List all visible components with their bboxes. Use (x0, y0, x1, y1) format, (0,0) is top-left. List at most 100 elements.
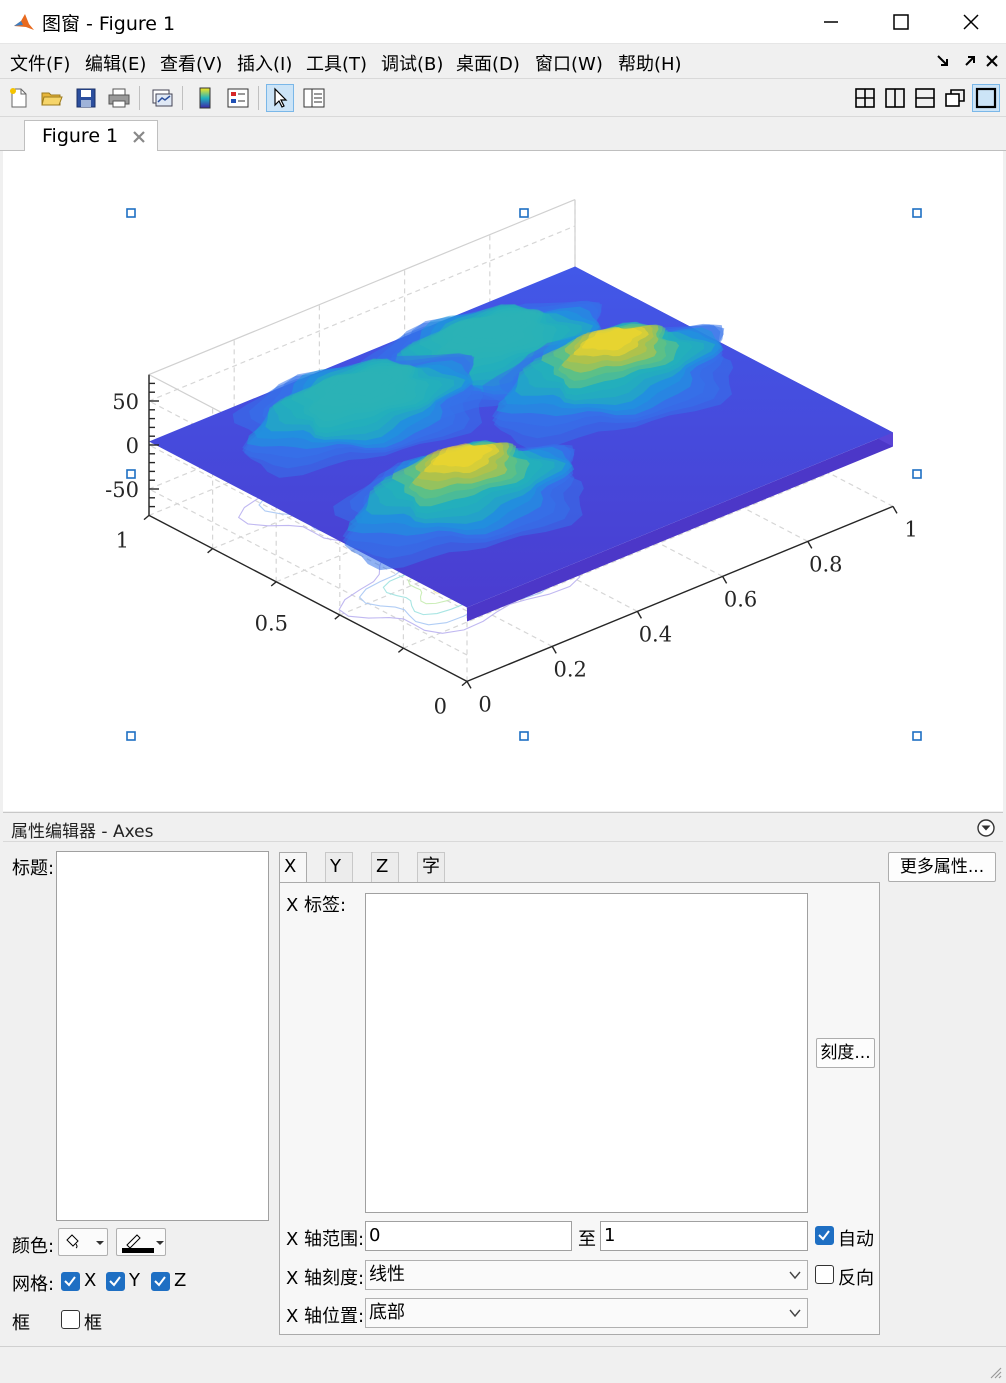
maximize-button[interactable] (866, 0, 936, 44)
face-color-button[interactable] (58, 1228, 108, 1256)
layout-float-button[interactable] (941, 84, 969, 112)
y-tick (461, 680, 468, 687)
x-range-max-input[interactable]: 1 (600, 1221, 808, 1251)
reverse-checkbox[interactable] (815, 1265, 834, 1284)
undock-icon[interactable] (961, 52, 979, 70)
x-location-value: 底部 (369, 1302, 405, 1323)
menu-tools[interactable]: 工具(T) (306, 50, 367, 76)
x-range-min-input[interactable]: 0 (365, 1221, 572, 1251)
toolbar-separator (139, 86, 140, 110)
check-icon (64, 1276, 76, 1287)
grid-x-label: X (84, 1270, 97, 1291)
auto-checkbox[interactable] (815, 1226, 834, 1245)
close-figure-icon[interactable] (983, 52, 1001, 70)
tab-x-axis[interactable]: X 轴 (279, 852, 307, 905)
maximize-icon (893, 14, 909, 30)
menu-file[interactable]: 文件(F) (10, 50, 70, 76)
auto-label: 自动 (838, 1229, 874, 1250)
menu-desktop[interactable]: 桌面(D) (456, 50, 520, 76)
x-scale-select[interactable]: 线性 (365, 1260, 808, 1290)
menu-edit[interactable]: 编辑(E) (85, 50, 146, 76)
edit-plot-arrow-icon (274, 87, 288, 108)
menu-insert[interactable]: 插入(I) (237, 50, 292, 76)
selection-handle[interactable] (126, 208, 136, 218)
x-label-textarea[interactable] (365, 893, 808, 1213)
rows-2-icon (915, 88, 935, 108)
x-tick (636, 611, 643, 619)
property-inspector-button[interactable] (300, 84, 328, 112)
grid-z-checkbox[interactable] (151, 1272, 170, 1291)
selection-handle[interactable] (519, 731, 529, 741)
collapse-icon[interactable] (976, 818, 996, 838)
x-location-select[interactable]: 底部 (365, 1298, 808, 1328)
selection-handle[interactable] (126, 469, 136, 479)
open-file-button[interactable] (38, 84, 66, 112)
resize-grip-icon[interactable] (986, 1363, 1002, 1379)
selection-handle[interactable] (126, 731, 136, 741)
layout-grid-button[interactable] (851, 84, 879, 112)
y-tick-label: 1 (116, 528, 129, 552)
selection-handle[interactable] (912, 731, 922, 741)
selection-handle[interactable] (912, 469, 922, 479)
check-icon (154, 1276, 166, 1287)
toolbar-separator (258, 86, 259, 110)
x-range-label: X 轴范围: (286, 1229, 365, 1250)
title-bar: 图窗 - Figure 1 (0, 0, 1006, 44)
minimize-icon (824, 21, 838, 23)
grid-2x2-icon (855, 88, 875, 108)
y-tick (270, 581, 277, 587)
tab-y-axis[interactable]: Y 轴 (325, 852, 353, 905)
new-figure-button[interactable] (5, 84, 33, 112)
tab-font[interactable]: 字体 (417, 852, 445, 905)
layout-rows-button[interactable] (911, 84, 939, 112)
property-inspector-icon (303, 88, 325, 108)
x-location-label: X 轴位置: (286, 1306, 365, 1327)
insert-colorbar-icon (199, 87, 211, 109)
surface-plot[interactable]: 50 0 -50 1 0.5 0 0 0.2 0.4 0.6 0.8 1 (3, 151, 1003, 811)
print-button[interactable] (105, 84, 133, 112)
box-checkbox-label: 框 (84, 1313, 102, 1334)
toolbar (0, 80, 1006, 117)
toolbar-separator (182, 86, 183, 110)
ticks-button[interactable]: 刻度... (816, 1038, 875, 1068)
dock-icon[interactable] (934, 52, 952, 70)
x-tick-label: 0 (478, 692, 491, 716)
property-editor-header: 属性编辑器 - Axes (3, 812, 1003, 842)
save-button[interactable] (72, 84, 100, 112)
line-color-button[interactable] (116, 1228, 166, 1256)
more-properties-button[interactable]: 更多属性... (888, 852, 996, 882)
figure-canvas[interactable]: 50 0 -50 1 0.5 0 0 0.2 0.4 0.6 0.8 1 (3, 151, 1003, 811)
menu-window[interactable]: 窗口(W) (535, 50, 603, 76)
grid-y-checkbox[interactable] (106, 1272, 125, 1291)
menu-debug[interactable]: 调试(B) (381, 50, 443, 76)
link-plot-button[interactable] (148, 84, 176, 112)
layout-maximize-button[interactable] (972, 84, 1000, 112)
insert-colorbar-button[interactable] (191, 84, 219, 112)
y-tick-label: 0 (434, 694, 447, 718)
title-textarea[interactable] (56, 851, 269, 1221)
reverse-label: 反向 (838, 1268, 874, 1289)
tab-z-axis[interactable]: Z 轴 (371, 852, 399, 905)
layout-columns-button[interactable] (881, 84, 909, 112)
selection-handle[interactable] (519, 208, 529, 218)
grid-z-label: Z (174, 1270, 187, 1291)
close-tab-icon[interactable] (131, 129, 147, 145)
menu-view[interactable]: 查看(V) (160, 50, 222, 76)
y-tick (143, 514, 150, 521)
tab-figure-1[interactable]: Figure 1 (24, 120, 158, 152)
selection-handle[interactable] (912, 208, 922, 218)
close-button[interactable] (936, 0, 1006, 44)
surface-mesh (149, 266, 893, 622)
y-tick (397, 647, 404, 653)
x-label-label: X 标签: (286, 895, 347, 916)
insert-legend-button[interactable] (224, 84, 252, 112)
x-tick-label: 0.2 (553, 657, 586, 681)
title-label: 标题: (12, 858, 55, 879)
minimize-button[interactable] (796, 0, 866, 44)
x-tick (466, 681, 472, 689)
menu-help[interactable]: 帮助(H) (618, 50, 682, 76)
edit-plot-button[interactable] (266, 84, 294, 112)
grid-label: 网格: (12, 1274, 55, 1295)
grid-x-checkbox[interactable] (61, 1272, 80, 1291)
box-checkbox[interactable] (61, 1310, 80, 1329)
